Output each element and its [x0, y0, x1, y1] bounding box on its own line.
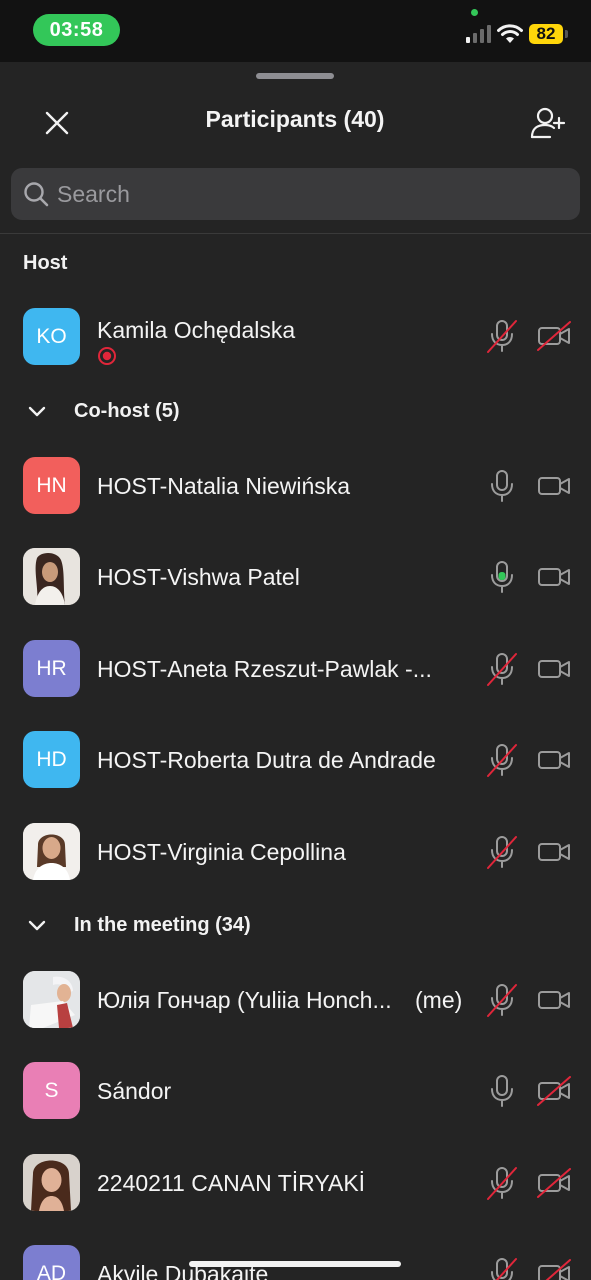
video-off-icon[interactable]	[537, 1259, 571, 1280]
participant-row[interactable]: HD HOST-Roberta Dutra de Andrade	[0, 731, 591, 811]
header-divider	[0, 233, 591, 234]
avatar: AD	[23, 1245, 80, 1280]
video-off-icon[interactable]	[537, 321, 571, 351]
avatar-photo	[23, 823, 80, 880]
home-indicator[interactable]	[189, 1261, 401, 1267]
avatar: S	[23, 1062, 80, 1119]
section-label-meeting: In the meeting (34)	[74, 914, 251, 936]
mic-muted-icon[interactable]	[487, 835, 517, 869]
avatar: HN	[23, 457, 80, 514]
video-icon[interactable]	[537, 837, 571, 867]
participant-name: Юлія Гончар (Yuliia Honch...	[97, 987, 392, 1013]
avatar: HD	[23, 731, 80, 788]
video-off-icon[interactable]	[537, 1076, 571, 1106]
participant-row[interactable]: HOST-Vishwa Patel	[0, 548, 591, 628]
video-off-icon[interactable]	[537, 1168, 571, 1198]
participant-row[interactable]: HOST-Virginia Cepollina	[0, 823, 591, 903]
status-bar: 03:58 82	[0, 0, 591, 62]
close-button[interactable]	[38, 104, 76, 142]
video-icon[interactable]	[537, 985, 571, 1015]
video-icon[interactable]	[537, 654, 571, 684]
mic-muted-icon[interactable]	[487, 743, 517, 777]
status-time: 03:58	[33, 14, 120, 46]
wifi-icon	[497, 24, 523, 43]
chevron-down-icon	[28, 406, 46, 417]
participant-row[interactable]: 2240211 CANAN TİRYAKİ	[0, 1154, 591, 1234]
cohost-group-toggle[interactable]: Co-host (5)	[0, 392, 591, 432]
mic-icon[interactable]	[487, 469, 517, 503]
avatar-photo	[23, 1154, 80, 1211]
participant-name: HOST-Vishwa Patel	[97, 564, 300, 590]
participant-name: HOST-Aneta Rzeszut-Pawlak -...	[97, 656, 432, 682]
record-icon	[98, 347, 116, 365]
search-icon	[24, 182, 49, 207]
participant-row[interactable]: HN HOST-Natalia Niewińska	[0, 457, 591, 537]
add-user-icon	[530, 107, 566, 139]
video-icon[interactable]	[537, 471, 571, 501]
mic-muted-icon[interactable]	[487, 319, 517, 353]
mic-muted-icon[interactable]	[487, 1257, 517, 1280]
chevron-down-icon	[28, 920, 46, 931]
avatar: KO	[23, 308, 80, 365]
cellular-signal-icon	[466, 25, 491, 43]
participant-name: Sándor	[97, 1078, 172, 1104]
participant-row[interactable]: KO Kamila Ochędalska	[0, 308, 591, 388]
section-label-host: Host	[23, 252, 68, 274]
participant-name: HOST-Virginia Cepollina	[97, 839, 346, 865]
search-input[interactable]	[57, 168, 557, 220]
mic-muted-icon[interactable]	[487, 1166, 517, 1200]
mic-active-icon[interactable]	[487, 560, 517, 594]
avatar: HR	[23, 640, 80, 697]
participant-name: 2240211 CANAN TİRYAKİ	[97, 1170, 366, 1196]
battery-indicator: 82	[529, 24, 563, 44]
participant-row[interactable]: HR HOST-Aneta Rzeszut-Pawlak -...	[0, 640, 591, 720]
close-icon	[45, 111, 69, 135]
participant-name: HOST-Roberta Dutra de Andrade	[97, 747, 436, 773]
sheet-grabber[interactable]	[256, 73, 334, 79]
mic-muted-icon[interactable]	[487, 652, 517, 686]
section-label-cohost: Co-host (5)	[74, 400, 180, 422]
avatar-photo	[23, 971, 80, 1028]
search-bar	[11, 168, 580, 220]
participant-name: Kamila Ochędalska	[97, 317, 296, 343]
video-icon[interactable]	[537, 562, 571, 592]
invite-participant-button[interactable]	[528, 103, 568, 143]
me-label: (me)	[415, 987, 463, 1013]
battery-nub	[565, 30, 568, 38]
page-title: Participants (40)	[205, 106, 385, 132]
participant-row[interactable]: S Sándor	[0, 1062, 591, 1142]
participant-row-me[interactable]: Юлія Гончар (Yuliia Honch... (me)	[0, 971, 591, 1051]
camera-in-use-indicator	[471, 9, 478, 16]
mic-muted-icon[interactable]	[487, 983, 517, 1017]
avatar-photo	[23, 548, 80, 605]
meeting-group-toggle[interactable]: In the meeting (34)	[0, 906, 591, 946]
mic-icon[interactable]	[487, 1074, 517, 1108]
participant-name: HOST-Natalia Niewińska	[97, 473, 351, 499]
video-icon[interactable]	[537, 745, 571, 775]
